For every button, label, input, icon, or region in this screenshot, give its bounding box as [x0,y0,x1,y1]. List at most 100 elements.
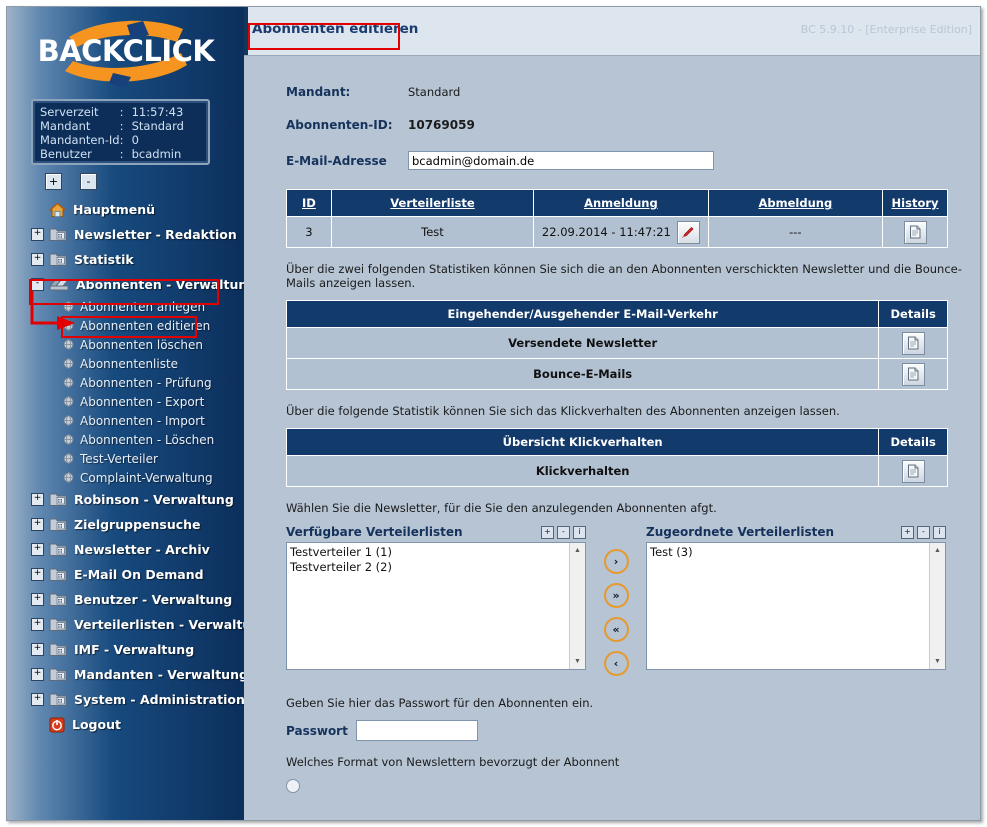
scroll-up-icon[interactable]: ▲ [570,543,585,558]
traffic-intro-text: Über die zwei folgenden Statistiken könn… [286,262,962,290]
document-icon[interactable] [901,362,925,386]
sidebar-subitem-abonnenten-anlegen[interactable]: Abonnenten anlegen [7,297,244,316]
expander-icon[interactable]: + [31,593,44,606]
sidebar-subitem-label: Abonnentenliste [80,356,179,371]
sidebar-subitem-abonnenten-editieren[interactable]: Abonnenten editieren [7,316,244,335]
expander-icon[interactable]: - [31,278,44,291]
main-panel: Abonnenten editieren BC 5.9.10 - [Enterp… [244,7,980,820]
sidebar-item-statistik[interactable]: + Statistik [7,247,244,272]
server-info-panel: Serverzeit : 11:57:43 Mandant : Standard… [31,99,210,165]
list-item[interactable]: Test (3) [650,545,945,560]
expand-all-button[interactable]: + [45,173,62,190]
sidebar-subitem-abonnenten-import[interactable]: Abonnenten - Import [7,411,244,430]
folder-icon [49,668,67,681]
expander-icon[interactable]: + [31,693,44,706]
assigned-lists-column: Zugeordnete Verteilerlisten + - i Test (… [646,525,946,670]
list-item[interactable]: Testverteiler 2 (2) [290,560,585,575]
expander-icon[interactable]: + [31,618,44,631]
sidebar-subitem-abonnenten-pruefung[interactable]: Abonnenten - Prüfung [7,373,244,392]
sidebar-item-email-on-demand[interactable]: + E-Mail On Demand [7,562,244,587]
sidebar-item-label: Hauptmenü [73,202,156,217]
col-abmeldung[interactable]: Abmeldung [707,189,884,217]
expand-icon[interactable]: + [541,525,554,539]
move-all-left-button[interactable]: « [603,617,629,642]
folder-icon [49,643,67,656]
col-anmeldung[interactable]: Anmeldung [533,189,709,217]
sidebar-subitem-test-verteiler[interactable]: Test-Verteiler [7,449,244,468]
expander-icon[interactable]: + [31,643,44,656]
cell-id: 3 [286,216,332,248]
sidebar-item-newsletter-archiv[interactable]: + Newsletter - Archiv [7,537,244,562]
click-row-details [878,455,948,487]
expander-icon[interactable]: + [31,543,44,556]
field-row-mandant: Mandant: Standard [286,85,980,99]
sidebar-subitem-abonnenten-export[interactable]: Abonnenten - Export [7,392,244,411]
sidebar-subitem-abonnenten-loeschen[interactable]: Abonnenten löschen [7,335,244,354]
sidebar-item-imf-verwaltung[interactable]: + IMF - Verwaltung [7,637,244,662]
sidebar-item-verteilerlisten-verwaltung[interactable]: + Verteilerlisten - Verwaltung [7,612,244,637]
expander-icon[interactable]: + [31,493,44,506]
sidebar-item-hauptmenue[interactable]: Hauptmenü [7,197,244,222]
server-info-sep: : [119,119,124,133]
expander-icon[interactable]: + [31,518,44,531]
bullet-icon [63,377,74,388]
sidebar-item-robinson-verwaltung[interactable]: + Robinson - Verwaltung [7,487,244,512]
sidebar-item-logout[interactable]: Logout [7,712,244,737]
sidebar-item-zielgruppensuche[interactable]: + Zielgruppensuche [7,512,244,537]
collapse-icon[interactable]: - [917,525,930,539]
email-input[interactable] [408,151,714,170]
server-info-value: Standard [131,119,184,133]
header-left-accent [244,7,248,55]
scroll-up-icon[interactable]: ▲ [930,543,945,558]
bullet-icon [63,415,74,426]
scroll-down-icon[interactable]: ▼ [930,654,945,669]
sidebar-subitem-complaint-verwaltung[interactable]: Complaint-Verwaltung [7,468,244,487]
assigned-lists-scrollbar[interactable]: ▲ ▼ [929,543,945,669]
window-frame: BACKCLICK Serverzeit : 11:57:43 Mandant … [6,6,981,821]
document-icon[interactable] [901,459,925,483]
sidebar-item-system-administration[interactable]: + System - Administration [7,687,244,712]
info-icon[interactable]: i [933,525,946,539]
document-icon[interactable] [901,331,925,355]
available-lists-scrollbar[interactable]: ▲ ▼ [569,543,585,669]
move-left-button[interactable]: ‹ [603,651,629,676]
format-radio-option[interactable] [286,779,300,793]
sidebar-subitem-label: Complaint-Verwaltung [80,470,213,485]
abonnenten-id-label: Abonnenten-ID: [286,118,393,132]
field-row-password: Passwort [286,720,980,741]
sidebar-subitem-abonnenten-loeschen-batch[interactable]: Abonnenten - Löschen [7,430,244,449]
server-info-value: bcadmin [131,147,182,161]
table-header-row: Eingehender/Ausgehender E-Mail-Verkehr D… [285,300,948,328]
password-input[interactable] [356,720,478,741]
available-lists-listbox[interactable]: Testverteiler 1 (1) Testverteiler 2 (2) … [286,542,586,670]
collapse-all-button[interactable]: - [80,173,97,190]
expander-icon[interactable]: + [31,228,44,241]
cell-history [882,216,948,248]
expand-icon[interactable]: + [901,525,914,539]
info-icon[interactable]: i [573,525,586,539]
sidebar-item-newsletter-redaktion[interactable]: + Newsletter - Redaktion [7,222,244,247]
move-all-right-button[interactable]: » [603,583,629,608]
col-id[interactable]: ID [286,189,332,217]
pencil-icon[interactable] [676,220,700,244]
lists-intro-text: Wählen Sie die Newsletter, für die Sie d… [286,501,717,515]
format-intro-text: Welches Format von Newslettern bevorzugt… [286,755,620,769]
document-icon[interactable] [903,220,927,244]
traffic-row-details [878,358,948,390]
sidebar-item-label: Mandanten - Verwaltung [74,667,244,682]
assigned-lists-listbox[interactable]: Test (3) ▲ ▼ [646,542,946,670]
sidebar-subitem-abonnentenliste[interactable]: Abonnentenliste [7,354,244,373]
sidebar-nav: Hauptmenü + Newsletter - Redaktion + Sta… [7,197,244,737]
expander-icon[interactable]: + [31,568,44,581]
move-right-button[interactable]: › [603,549,629,574]
sidebar-item-mandanten-verwaltung[interactable]: + Mandanten - Verwaltung [7,662,244,687]
expander-icon[interactable]: + [31,668,44,681]
sidebar-item-benutzer-verwaltung[interactable]: + Benutzer - Verwaltung [7,587,244,612]
collapse-icon[interactable]: - [557,525,570,539]
sidebar-subitem-label: Abonnenten - Prüfung [80,375,212,390]
sidebar-item-abonnenten-verwaltung[interactable]: - Abonnenten - Verwaltung [7,272,244,297]
expander-icon[interactable]: + [31,253,44,266]
scroll-down-icon[interactable]: ▼ [570,654,585,669]
list-item[interactable]: Testverteiler 1 (1) [290,545,585,560]
col-verteilerliste[interactable]: Verteilerliste [330,189,535,217]
